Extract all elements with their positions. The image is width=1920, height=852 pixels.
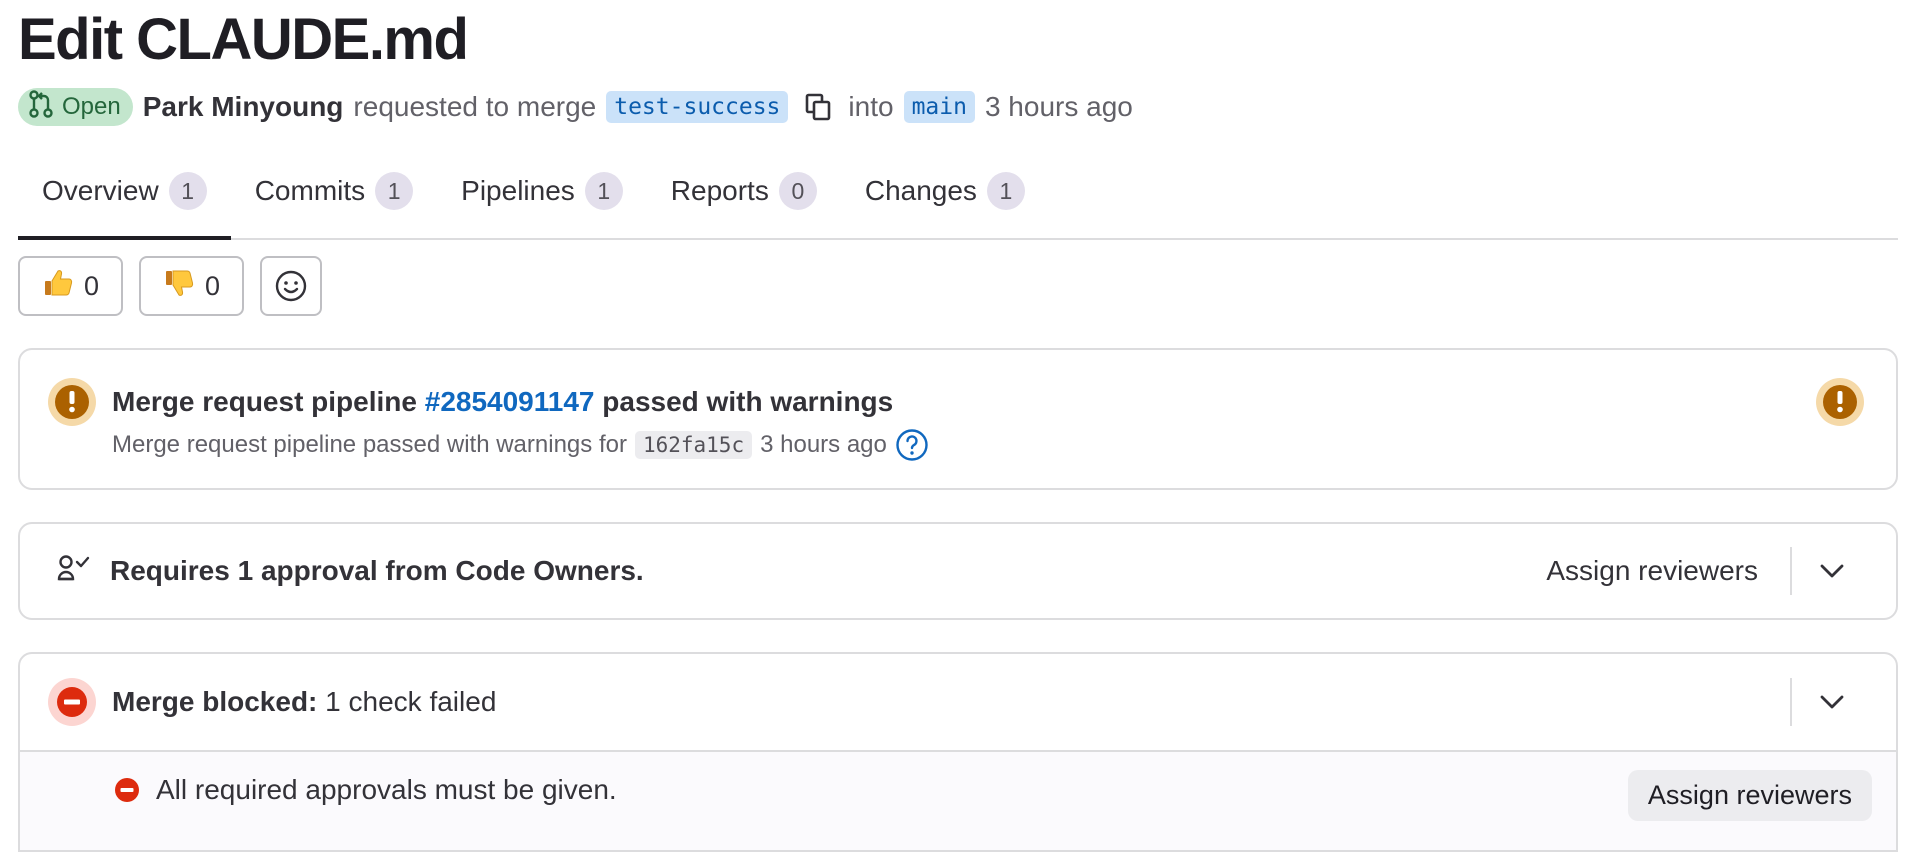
copy-icon (806, 93, 831, 121)
tab-count: 1 (584, 172, 623, 210)
pipeline-time: 3 hours ago (760, 431, 887, 458)
thumbs-up-button[interactable]: 0 (18, 256, 124, 316)
approval-widget: Requires 1 approval from Code Owners. As… (18, 522, 1898, 620)
blocked-status-icon (48, 678, 96, 726)
pipeline-subtitle: Merge request pipeline passed with warni… (112, 428, 929, 462)
status-badge: Open (18, 88, 133, 126)
pipeline-title: Merge request pipeline #2854091147 passe… (112, 386, 929, 418)
tab-changes[interactable]: Changes 1 (841, 152, 1049, 238)
tab-overview[interactable]: Overview 1 (18, 152, 231, 240)
thumbs-up-count: 0 (84, 270, 100, 301)
merge-check-list: All required approvals must be given. As… (20, 752, 1896, 850)
merge-blocked-title: Merge blocked: (112, 686, 318, 717)
pipeline-title-suffix: passed with warnings (602, 386, 894, 417)
tab-label: Commits (254, 175, 366, 206)
thumbs-down-count: 0 (205, 270, 221, 301)
warning-status-icon[interactable] (1816, 378, 1864, 426)
into-text: into (848, 91, 894, 122)
merge-blocked-detail: 1 check failed (325, 686, 497, 717)
thumbs-down-button[interactable]: 0 (139, 256, 245, 316)
pipeline-widget: Merge request pipeline #2854091147 passe… (18, 348, 1898, 490)
tab-label: Overview (42, 175, 159, 206)
expand-checks-button[interactable] (1792, 694, 1872, 710)
merge-checks-widget: Merge blocked: 1 check failed All requir… (18, 652, 1898, 852)
tab-count: 1 (986, 172, 1025, 210)
mr-tabs: Overview 1 Commits 1 Pipelines 1 Reports… (18, 152, 1898, 240)
assign-reviewers-button[interactable]: Assign reviewers (1627, 770, 1872, 821)
add-reaction-button[interactable] (260, 256, 323, 316)
pipeline-title-prefix: Merge request pipeline (112, 386, 417, 417)
pipeline-sub-text: Merge request pipeline passed with warni… (112, 431, 627, 458)
expand-approval-button[interactable] (1792, 563, 1872, 579)
merge-blocked-text: Merge blocked: 1 check failed (112, 686, 1790, 718)
timestamp: 3 hours ago (984, 91, 1133, 122)
tab-label: Changes (864, 175, 977, 206)
award-emoji-bar: 0 0 (18, 256, 1898, 316)
thumbs-up-icon (42, 267, 74, 306)
failed-check-icon (115, 778, 139, 802)
action-text: requested to merge (353, 91, 597, 122)
thumbs-down-icon (163, 267, 195, 306)
pipeline-id-link[interactable]: #2854091147 (425, 386, 595, 417)
source-branch[interactable]: test-success (606, 91, 789, 123)
author-link[interactable]: Park Minyoung (143, 91, 344, 123)
merge-request-icon (28, 89, 54, 125)
help-icon[interactable] (895, 428, 929, 462)
mr-meta: Open Park Minyoung requested to merge te… (18, 88, 1898, 126)
chevron-down-icon (1820, 695, 1844, 709)
merge-check-item: All required approvals must be given. (114, 774, 1628, 806)
tab-count: 1 (168, 172, 207, 210)
tab-reports[interactable]: Reports 0 (647, 152, 841, 238)
tab-label: Pipelines (461, 175, 575, 206)
copy-branch-button[interactable] (804, 92, 832, 122)
approval-icon (56, 553, 92, 590)
status-label: Open (62, 93, 121, 120)
approval-text: Requires 1 approval from Code Owners. (110, 555, 644, 586)
page-title: Edit CLAUDE.md (18, 7, 469, 72)
tab-count: 0 (778, 172, 817, 210)
target-branch[interactable]: main (903, 91, 975, 123)
chevron-down-icon (1820, 564, 1844, 578)
tab-label: Reports (670, 175, 769, 206)
merge-request-page: Edit CLAUDE.md Open Park Minyoung reques… (0, 0, 1898, 852)
tab-commits[interactable]: Commits 1 (231, 152, 437, 238)
warning-status-icon (48, 378, 96, 426)
merge-check-text: All required approvals must be given. (156, 774, 617, 805)
tab-count: 1 (375, 172, 414, 210)
smiley-icon (275, 270, 307, 302)
commit-sha-link[interactable]: 162fa15c (634, 431, 753, 459)
assign-reviewers-button[interactable]: Assign reviewers (1546, 555, 1790, 587)
tab-pipelines[interactable]: Pipelines 1 (437, 152, 647, 238)
